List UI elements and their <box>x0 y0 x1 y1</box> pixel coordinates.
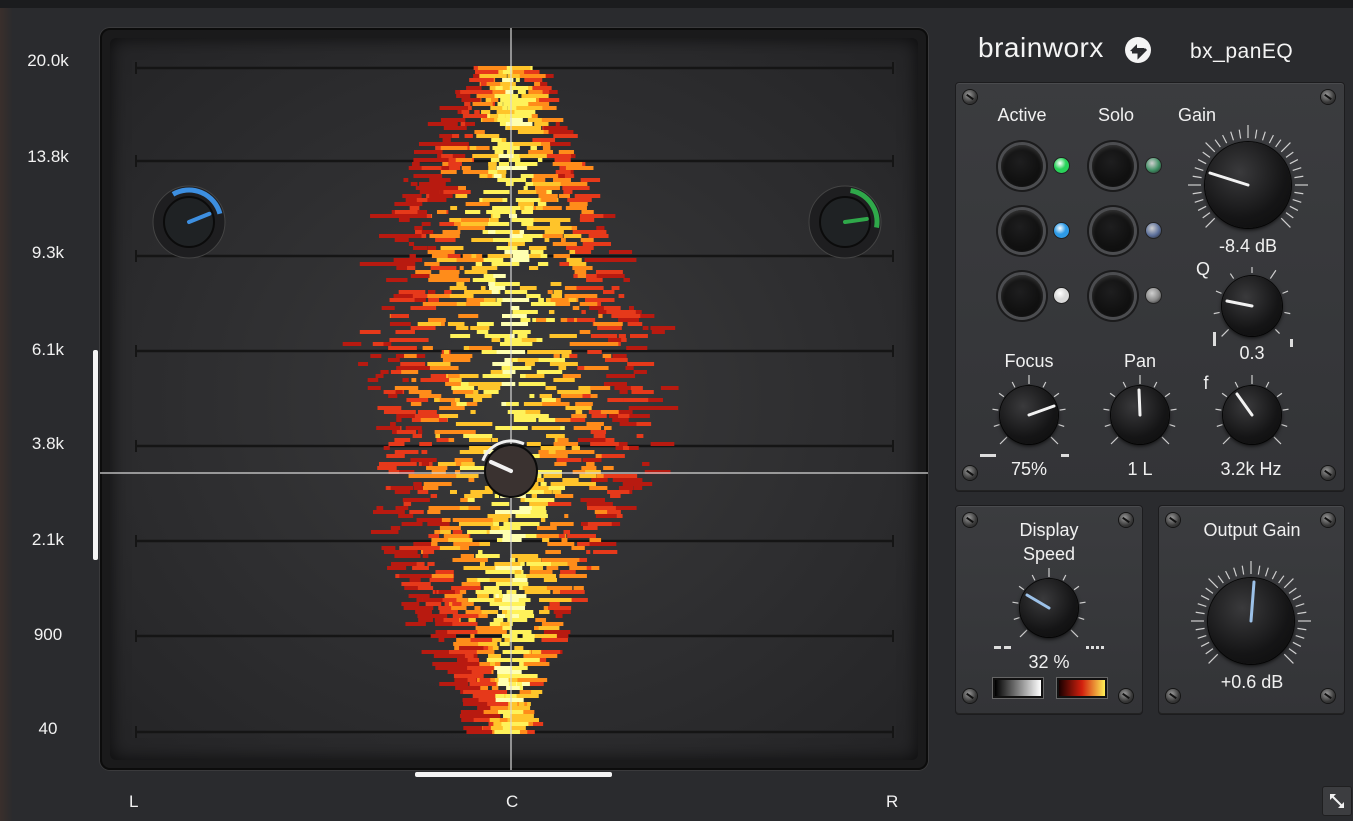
pan-value: 1 L <box>1127 459 1153 479</box>
freq-label-900: 900 <box>33 625 63 644</box>
pan-range-handle[interactable] <box>415 772 612 777</box>
freq-label-13k8: 13.8k <box>27 147 69 166</box>
gain-value: -8.4 dB <box>1218 236 1278 256</box>
frequency-knob[interactable] <box>1223 386 1281 444</box>
pan-label-right: R <box>886 792 899 811</box>
solo-label: Solo <box>1097 105 1135 125</box>
screw-icon <box>1166 513 1180 527</box>
focus-value: 75% <box>1010 459 1048 479</box>
focus-label: Focus <box>1004 351 1054 371</box>
speed-max-mark <box>1086 646 1104 649</box>
display-speed-title-line2: Speed <box>1022 544 1076 564</box>
screw-icon <box>1321 513 1335 527</box>
screw-icon <box>963 513 977 527</box>
freq-label-20k: 20.0k <box>27 51 69 70</box>
top-bar <box>0 0 1353 8</box>
pan-knob[interactable] <box>1111 386 1169 444</box>
screw-icon <box>963 689 977 703</box>
band-blue-node[interactable] <box>152 185 226 259</box>
product-name: bx_panEQ <box>1190 40 1294 63</box>
pan-frequency-display[interactable] <box>100 28 928 770</box>
freq-label-3k8: 3.8k <box>31 434 65 453</box>
frequency-range-handle[interactable] <box>93 350 98 560</box>
q-value: 0.3 <box>1239 343 1265 363</box>
display-speed-panel: Display Speed 32 % <box>955 505 1143 715</box>
brand-logo: brainworx <box>978 32 1104 63</box>
active-label: Active <box>997 105 1047 125</box>
screw-icon <box>1119 513 1133 527</box>
focus-max-mark <box>1061 454 1069 457</box>
speed-min-mark <box>994 646 1012 649</box>
focus-knob[interactable] <box>1000 386 1058 444</box>
display-speed-value: 32 % <box>1028 652 1070 672</box>
band2-active-led <box>1054 223 1069 238</box>
output-gain-title: Output Gain <box>1203 520 1301 540</box>
band3-solo-button[interactable] <box>1092 275 1134 317</box>
band1-solo-led <box>1146 158 1161 173</box>
screw-icon <box>1166 689 1180 703</box>
pan-label: Pan <box>1123 351 1157 371</box>
band1-active-button[interactable] <box>1001 145 1043 187</box>
display-graphics <box>100 28 928 770</box>
screw-icon <box>1321 466 1335 480</box>
resize-icon <box>1330 794 1344 808</box>
q-knob[interactable] <box>1222 276 1282 336</box>
pan-label-center: C <box>506 792 519 811</box>
screw-icon <box>963 90 977 104</box>
resize-handle[interactable] <box>1322 786 1352 816</box>
band-panel: Active Solo Gain -8.4 dB Q 0.3 Focus 75%… <box>955 82 1345 492</box>
mono-color-scheme-button[interactable] <box>993 678 1043 698</box>
f-value: 3.2k Hz <box>1220 459 1282 479</box>
screw-icon <box>1119 689 1133 703</box>
output-gain-knob[interactable] <box>1208 578 1294 664</box>
band2-solo-button[interactable] <box>1092 210 1134 252</box>
heat-color-scheme-button[interactable] <box>1057 678 1107 698</box>
band1-solo-button[interactable] <box>1092 145 1134 187</box>
freq-label-6k1: 6.1k <box>31 340 65 359</box>
display-speed-knob[interactable] <box>1020 579 1078 637</box>
screw-icon <box>963 466 977 480</box>
output-gain-panel: Output Gain +0.6 dB <box>1158 505 1345 715</box>
band2-solo-led <box>1146 223 1161 238</box>
q-max-mark <box>1290 339 1293 347</box>
band3-active-button[interactable] <box>1001 275 1043 317</box>
freq-label-40: 40 <box>38 719 58 738</box>
brand-mark-icon <box>1125 37 1151 63</box>
band3-active-led <box>1054 288 1069 303</box>
band2-active-button[interactable] <box>1001 210 1043 252</box>
band1-active-led <box>1054 158 1069 173</box>
freq-label-2k1: 2.1k <box>31 530 65 549</box>
screw-icon <box>1321 689 1335 703</box>
screw-icon <box>1321 90 1335 104</box>
freq-label-9k3: 9.3k <box>31 243 65 262</box>
gain-knob[interactable] <box>1205 142 1291 228</box>
band3-solo-led <box>1146 288 1161 303</box>
output-gain-value: +0.6 dB <box>1220 672 1284 692</box>
band-green-node[interactable] <box>808 185 882 259</box>
display-speed-title-line1: Display <box>1019 520 1079 540</box>
f-label: f <box>1203 373 1209 393</box>
left-edge <box>0 8 12 821</box>
q-min-mark <box>1213 332 1216 346</box>
focus-min-mark <box>980 454 996 457</box>
pan-label-left: L <box>129 792 139 811</box>
